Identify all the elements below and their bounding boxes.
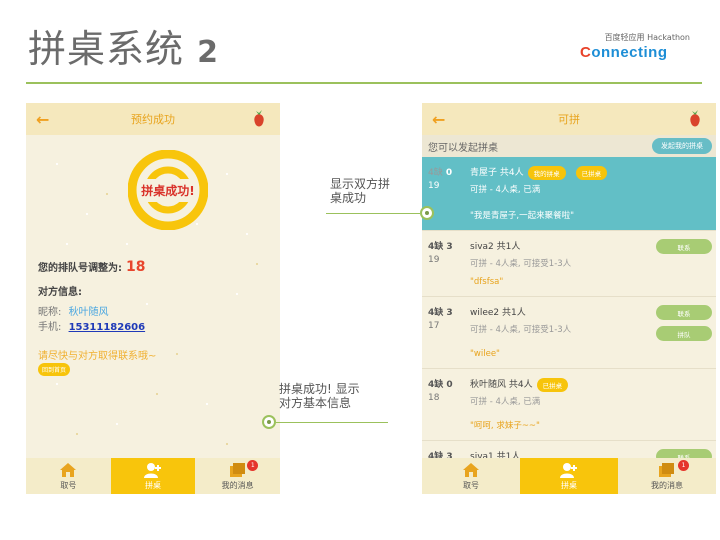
tab-label: 我的消息 xyxy=(651,480,683,490)
queue-number: 18 xyxy=(428,393,440,403)
row-title: 青屋子 共4人 我的拼桌 已拼桌 xyxy=(470,165,608,180)
list-item[interactable]: 4缺 0 19 青屋子 共4人 我的拼桌 已拼桌 可拼 - 4人桌, 已满 "我是青… xyxy=(422,157,716,231)
top-navbar: ← 可拼 xyxy=(422,103,716,135)
tab-share-table[interactable]: 拼桌 xyxy=(110,458,196,494)
logo-wordmark: Connecting xyxy=(580,44,668,61)
queue-number: 19 xyxy=(428,181,440,191)
tab-label: 取号 xyxy=(463,480,479,490)
queue-info: 您的排队号调整为: 18 xyxy=(38,259,145,275)
row-title: wilee2 共1人 xyxy=(470,308,526,318)
tab-take-number[interactable]: 取号 xyxy=(422,458,520,494)
launch-bar: 您可以发起拼桌 发起我的拼桌 xyxy=(422,135,716,157)
nav-title: 可拼 xyxy=(558,113,580,126)
row-title: 秋叶随风 共4人 已拼桌 xyxy=(470,377,569,392)
contact-hint: 请尽快与对方取得联系哦~ xyxy=(38,351,157,362)
tab-my-messages[interactable]: 1 我的消息 xyxy=(618,458,716,494)
tab-share-table[interactable]: 拼桌 xyxy=(520,458,618,494)
add-user-icon xyxy=(560,462,577,478)
list-item[interactable]: 4缺 3 19 siva2 共1人 可拼 - 4人桌, 可接受1-3人 "dfs… xyxy=(422,231,716,297)
home-button-wrap: 回到首页 xyxy=(38,363,71,376)
tab-my-messages[interactable]: 1 我的消息 xyxy=(195,458,280,494)
list-item[interactable]: 4缺 0 18 秋叶随风 共4人 已拼桌 可拼 - 4人桌, 已满 "呵呵, 求妹… xyxy=(422,369,716,441)
top-navbar: ← 预约成功 xyxy=(26,103,280,135)
phone-link[interactable]: 15311182606 xyxy=(69,322,146,333)
strawberry-icon xyxy=(690,110,700,127)
queue-number: 17 xyxy=(428,321,440,331)
bottom-tabbar: 取号 拼桌 1 我的消息 xyxy=(422,458,716,494)
phone-label: 手机: xyxy=(38,322,62,333)
hackathon-logo: 百度轻应用 Hackathon Connecting xyxy=(580,32,690,68)
success-screen: ← 预约成功 拼桌成功! 您的排队号调整为: 18 对方信息: 昵称: 秋叶随风 … xyxy=(26,103,280,494)
share-list-screen: ← 可拼 您可以发起拼桌 发起我的拼桌 4缺 0 19 青屋子 共4人 我的拼桌已… xyxy=(422,103,716,494)
slide-title: 拼桌系统 2 xyxy=(28,18,219,73)
home-icon xyxy=(463,462,479,477)
add-user-icon xyxy=(144,462,161,478)
partner-info-heading: 对方信息: xyxy=(38,287,82,298)
annotation-dot-right xyxy=(420,206,434,220)
row-status: 可拼 - 4人桌, 可接受1-3人 xyxy=(470,259,572,269)
nav-title: 预约成功 xyxy=(131,113,175,126)
row-status: 可拼 - 4人桌, 已满 xyxy=(470,185,541,195)
tab-take-number[interactable]: 取号 xyxy=(26,458,111,494)
queue-label: 您的排队号调整为: xyxy=(38,263,122,274)
tab-label: 我的消息 xyxy=(221,480,254,490)
launch-share-button[interactable]: 发起我的拼桌 xyxy=(652,138,712,154)
row-status: 可拼 - 4人桌, 可接受1-3人 xyxy=(470,325,572,335)
back-arrow-icon[interactable]: ← xyxy=(36,110,49,129)
nickname-row: 昵称: 秋叶随风 xyxy=(38,303,109,318)
queue-number: 19 xyxy=(428,255,440,265)
annotation-line-left xyxy=(276,422,388,423)
title-divider xyxy=(26,82,702,84)
row-title: siva2 共1人 xyxy=(470,242,521,252)
annotation-dot-left xyxy=(262,415,276,429)
my-share-tag: 我的拼桌 xyxy=(527,165,566,180)
nickname-value: 秋叶随风 xyxy=(68,307,109,318)
unread-badge: 1 xyxy=(678,460,689,471)
shared-tag: 已拼桌 xyxy=(536,377,569,392)
nickname-label: 昵称: xyxy=(38,307,62,318)
bottom-tabbar: 取号 拼桌 1 我的消息 xyxy=(26,458,280,494)
join-button[interactable]: 拼队 xyxy=(656,326,712,341)
shared-tag: 已拼桌 xyxy=(575,165,608,180)
back-arrow-icon[interactable]: ← xyxy=(432,110,445,129)
seat-need: 4缺 3 xyxy=(428,242,453,252)
seat-need: 4缺 0 xyxy=(428,168,453,178)
badge-label: 拼桌成功! xyxy=(139,178,197,202)
strawberry-icon xyxy=(254,110,264,127)
annotation-line-right xyxy=(326,213,420,214)
list-item[interactable]: 4缺 3 17 wilee2 共1人 可拼 - 4人桌, 可接受1-3人 "wi… xyxy=(422,297,716,369)
logo-caption: 百度轻应用 Hackathon xyxy=(604,33,690,42)
tab-label: 拼桌 xyxy=(145,480,161,490)
row-quote: "呵呵, 求妹子~~" xyxy=(470,421,540,431)
messages-icon xyxy=(229,462,245,477)
success-badge: 拼桌成功! xyxy=(127,149,209,231)
launch-hint: 您可以发起拼桌 xyxy=(428,142,498,154)
home-icon xyxy=(60,462,77,477)
contact-button[interactable]: 联系 xyxy=(656,239,712,254)
seat-need: 4缺 3 xyxy=(428,308,453,318)
slide-title-number: 2 xyxy=(197,35,219,70)
row-quote: "wilee" xyxy=(470,349,500,359)
messages-icon xyxy=(659,462,674,477)
annotation-left: 拼桌成功! 显示 对方基本信息 xyxy=(279,382,360,410)
unread-badge: 1 xyxy=(247,460,259,471)
tab-label: 拼桌 xyxy=(561,480,577,490)
row-status: 可拼 - 4人桌, 已满 xyxy=(470,397,541,407)
phone-row: 手机: 15311182606 xyxy=(38,318,145,333)
back-home-button[interactable]: 回到首页 xyxy=(38,363,71,376)
row-quote: "dfsfsa" xyxy=(470,277,504,287)
row-quote: "我是青屋子,一起来聚餐啦" xyxy=(470,211,575,221)
tab-label: 取号 xyxy=(60,480,77,490)
seat-need: 4缺 0 xyxy=(428,380,453,390)
contact-button[interactable]: 联系 xyxy=(656,305,712,320)
annotation-right: 显示双方拼 桌成功 xyxy=(330,177,391,205)
slide-title-text: 拼桌系统 xyxy=(28,27,185,71)
queue-number: 18 xyxy=(126,259,146,275)
